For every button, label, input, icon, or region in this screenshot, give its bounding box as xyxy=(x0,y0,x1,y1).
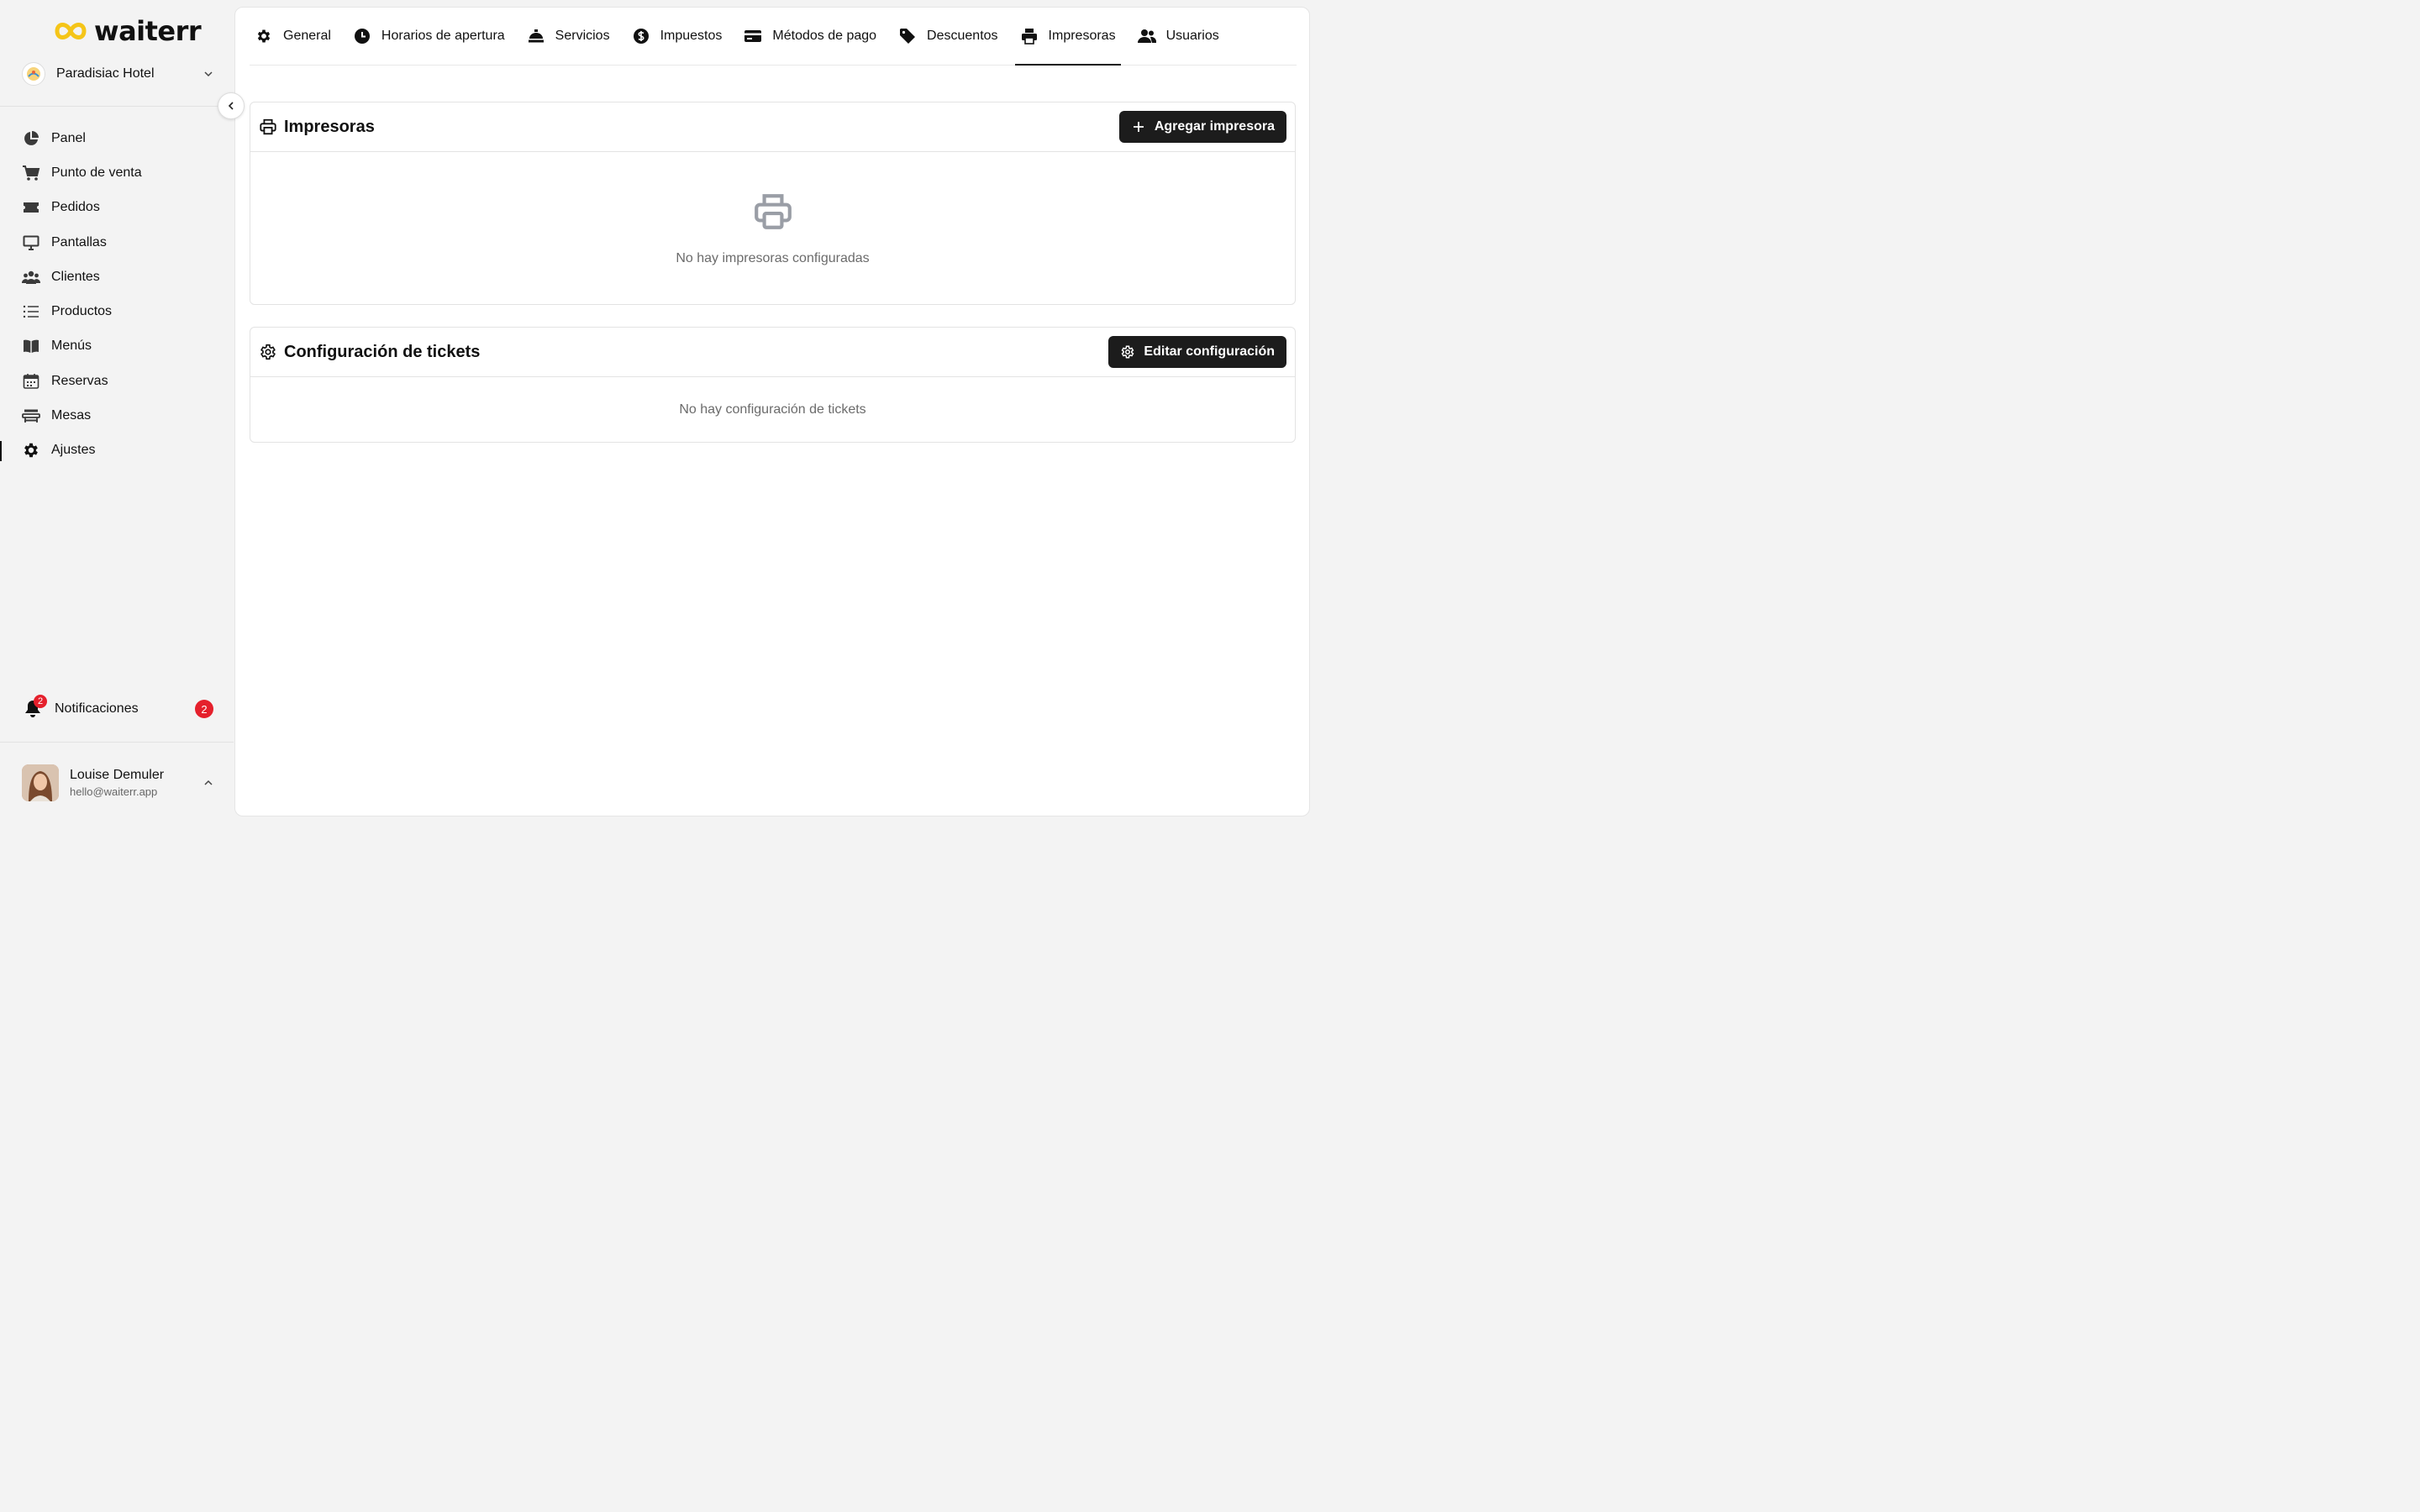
sidebar-item-panel[interactable]: Panel xyxy=(0,121,234,155)
tab-metodos-de-pago[interactable]: Métodos de pago xyxy=(739,8,881,65)
sidebar: waiterr Paradisiac Hotel Panel Punto de … xyxy=(0,0,234,823)
tab-impresoras[interactable]: Impresoras xyxy=(1014,8,1121,66)
sidebar-item-reservas[interactable]: Reservas xyxy=(0,364,234,398)
tickets-empty-state: No hay configuración de tickets xyxy=(250,377,1295,443)
tab-label: Servicios xyxy=(555,29,610,43)
notifications-count-badge: 2 xyxy=(195,700,213,718)
sidebar-item-menus[interactable]: Menús xyxy=(0,329,234,364)
notification-dot-badge: 2 xyxy=(34,695,47,708)
users-icon xyxy=(22,268,40,286)
gear-outline-icon xyxy=(1120,344,1135,360)
notifications-label: Notificaciones xyxy=(55,701,139,716)
chevron-down-icon xyxy=(204,71,213,77)
tab-label: Impresoras xyxy=(1048,29,1116,43)
gear-outline-icon xyxy=(259,343,277,361)
tab-usuarios[interactable]: Usuarios xyxy=(1133,8,1224,65)
add-printer-label: Agregar impresora xyxy=(1154,119,1275,134)
edit-config-button[interactable]: Editar configuración xyxy=(1108,336,1286,368)
sidebar-item-ajustes[interactable]: Ajustes xyxy=(0,433,234,468)
book-icon xyxy=(22,337,40,355)
notifications-link[interactable]: 2 Notificaciones 2 xyxy=(22,695,213,722)
sidebar-divider xyxy=(0,742,234,743)
printer-icon xyxy=(1020,27,1039,45)
gear-icon xyxy=(22,441,40,459)
printers-title: Impresoras xyxy=(284,117,375,136)
cloche-icon xyxy=(527,27,545,45)
tickets-config-title: Configuración de tickets xyxy=(284,342,481,361)
sidebar-item-label: Mesas xyxy=(51,408,92,423)
tab-general[interactable]: General xyxy=(250,8,336,65)
sidebar-item-label: Pantallas xyxy=(51,234,107,249)
collapse-sidebar-button[interactable] xyxy=(218,92,245,119)
sidebar-nav: Panel Punto de venta Pedidos Pantallas C… xyxy=(0,121,234,468)
brand-logo[interactable]: waiterr xyxy=(54,15,202,47)
chevron-up-icon xyxy=(204,780,213,785)
user-email: hello@waiterr.app xyxy=(70,785,158,798)
tab-label: Descuentos xyxy=(927,29,998,43)
tab-impuestos[interactable]: Impuestos xyxy=(627,8,728,65)
sidebar-divider xyxy=(0,106,234,107)
sidebar-item-label: Panel xyxy=(51,130,86,145)
printers-card: Impresoras Agregar impresora No hay impr… xyxy=(250,102,1296,305)
tab-horarios[interactable]: Horarios de apertura xyxy=(348,8,510,65)
printer-icon xyxy=(259,118,277,136)
tab-label: Horarios de apertura xyxy=(381,29,505,43)
pie-chart-icon xyxy=(22,129,40,148)
bell-icon: 2 xyxy=(22,695,47,720)
printers-empty-text: No hay impresoras configuradas xyxy=(676,251,870,265)
sidebar-item-punto-de-venta[interactable]: Punto de venta xyxy=(0,155,234,190)
chevron-left-icon xyxy=(228,102,234,110)
user-group-icon xyxy=(1137,27,1156,45)
tab-servicios[interactable]: Servicios xyxy=(522,8,615,65)
sidebar-item-productos[interactable]: Productos xyxy=(0,294,234,328)
user-name: Louise Demuler xyxy=(70,768,165,782)
sidebar-item-mesas[interactable]: Mesas xyxy=(0,398,234,433)
list-icon xyxy=(22,302,40,321)
table-icon xyxy=(22,407,40,425)
cart-icon xyxy=(22,164,40,182)
sidebar-item-pedidos[interactable]: Pedidos xyxy=(0,191,234,225)
tab-label: Usuarios xyxy=(1165,29,1219,43)
sidebar-item-pantallas[interactable]: Pantallas xyxy=(0,225,234,260)
sidebar-item-label: Ajustes xyxy=(51,443,96,458)
brand-name: waiterr xyxy=(94,15,202,47)
clock-icon xyxy=(353,27,371,45)
hotel-selector[interactable]: Paradisiac Hotel xyxy=(22,61,213,87)
settings-panel: General Horarios de apertura Servicios I… xyxy=(234,7,1310,816)
sidebar-item-label: Reservas xyxy=(51,373,108,388)
sidebar-item-label: Clientes xyxy=(51,269,100,284)
settings-tabs: General Horarios de apertura Servicios I… xyxy=(250,8,1297,66)
sidebar-item-label: Menús xyxy=(51,339,92,354)
tab-label: Métodos de pago xyxy=(772,29,877,43)
ticket-icon xyxy=(22,198,40,217)
user-menu[interactable]: Louise Demuler hello@waiterr.app xyxy=(22,763,213,803)
calendar-icon xyxy=(22,372,40,391)
tag-icon xyxy=(898,27,917,45)
hotel-avatar xyxy=(22,62,45,86)
sidebar-item-label: Pedidos xyxy=(51,200,100,215)
printer-empty-icon xyxy=(752,191,794,233)
sidebar-item-label: Punto de venta xyxy=(51,165,142,180)
infinity-logo-icon xyxy=(55,23,87,39)
tab-descuentos[interactable]: Descuentos xyxy=(893,8,1003,65)
edit-config-label: Editar configuración xyxy=(1144,344,1275,359)
add-printer-button[interactable]: Agregar impresora xyxy=(1118,111,1286,143)
sidebar-item-clientes[interactable]: Clientes xyxy=(0,260,234,294)
credit-card-icon xyxy=(744,27,762,45)
tab-label: General xyxy=(283,29,331,43)
hotel-name: Paradisiac Hotel xyxy=(56,66,155,81)
avatar xyxy=(22,764,59,801)
sidebar-item-label: Productos xyxy=(51,304,113,319)
gear-icon xyxy=(255,27,273,45)
tab-label: Impuestos xyxy=(660,29,723,43)
monitor-icon xyxy=(22,234,40,252)
tickets-empty-text: No hay configuración de tickets xyxy=(679,402,866,417)
dollar-icon xyxy=(632,27,650,45)
tickets-config-card: Configuración de tickets Editar configur… xyxy=(250,327,1296,443)
plus-icon xyxy=(1131,119,1146,134)
printers-empty-state: No hay impresoras configuradas xyxy=(250,152,1295,305)
